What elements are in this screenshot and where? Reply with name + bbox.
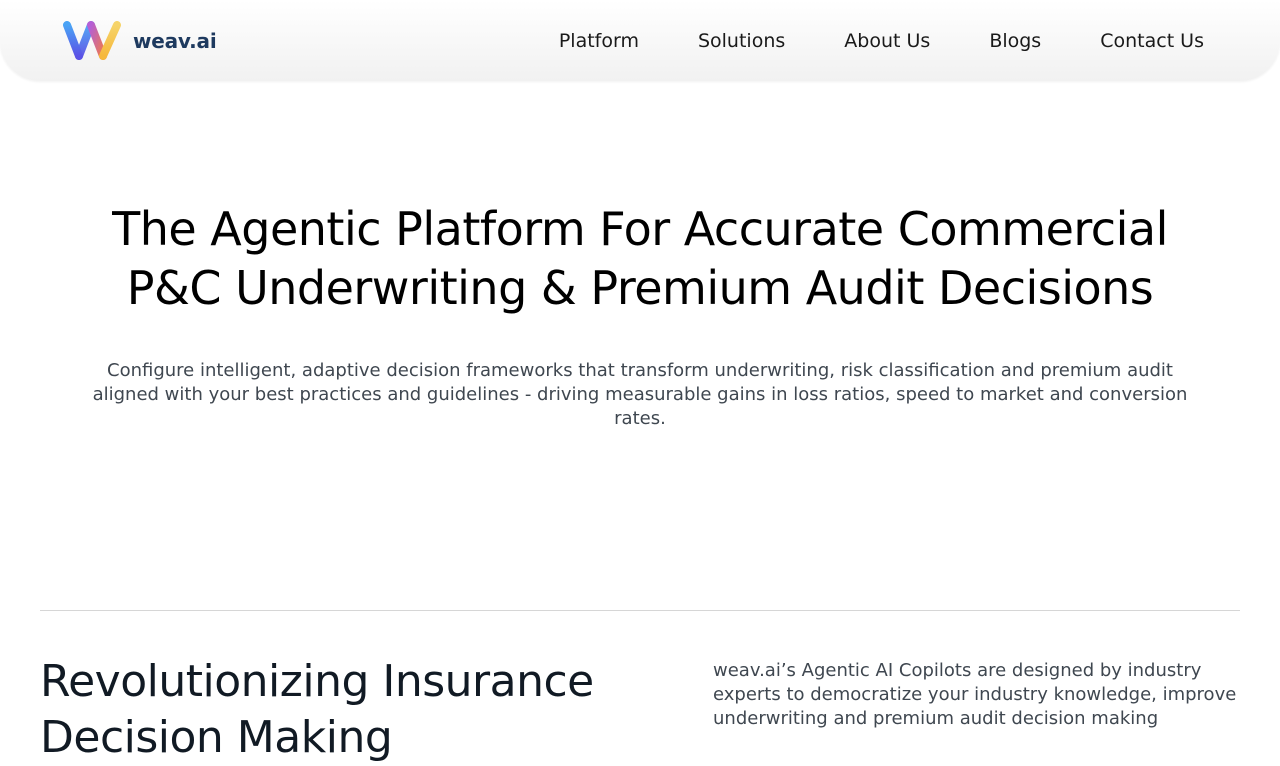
nav-link-blogs[interactable]: Blogs xyxy=(989,28,1041,54)
hero-section: The Agentic Platform For Accurate Commer… xyxy=(0,200,1280,431)
section-title: Revolutionizing Insurance Decision Makin… xyxy=(40,656,594,763)
main-nav: Platform Solutions About Us Blogs Contac… xyxy=(559,28,1204,54)
section-divider xyxy=(40,610,1240,611)
hero-subtitle: Configure intelligent, adaptive decision… xyxy=(92,360,1188,429)
nav-link-platform[interactable]: Platform xyxy=(559,28,639,54)
section-description: weav.ai’s Agentic AI Copilots are design… xyxy=(713,660,1237,729)
brand-name: weav.ai xyxy=(133,29,217,53)
top-navbar: weav.ai Platform Solutions About Us Blog… xyxy=(0,0,1280,81)
nav-link-solutions[interactable]: Solutions xyxy=(698,28,785,54)
brand-logo-link[interactable]: weav.ai xyxy=(62,20,217,62)
nav-link-about-us[interactable]: About Us xyxy=(844,28,930,54)
weav-logo-icon xyxy=(63,21,121,60)
hero-title: The Agentic Platform For Accurate Commer… xyxy=(112,202,1168,315)
nav-link-contact-us[interactable]: Contact Us xyxy=(1100,28,1204,54)
